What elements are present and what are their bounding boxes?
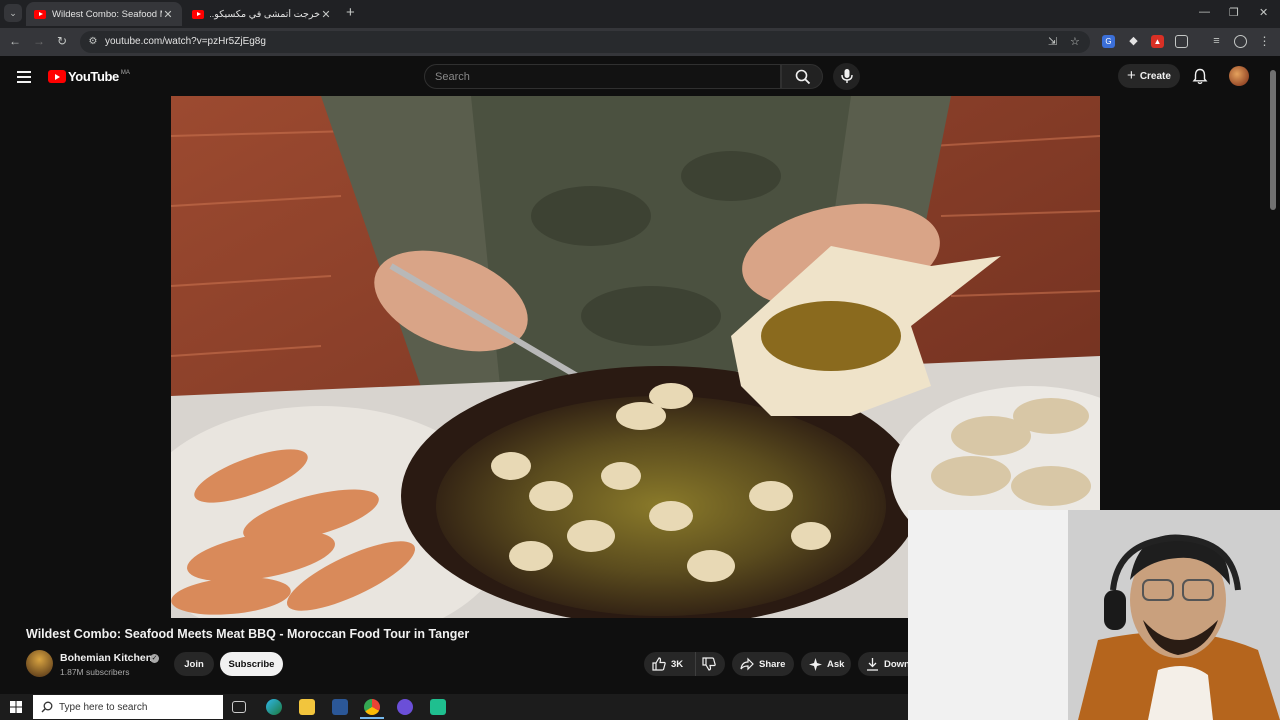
- discord-icon[interactable]: [397, 699, 413, 715]
- microsoft-store-icon[interactable]: [332, 699, 348, 715]
- new-tab-button[interactable]: +: [346, 5, 355, 21]
- microphone-icon: [841, 69, 853, 83]
- download-label: Down: [884, 658, 910, 670]
- forward-arrow-icon[interactable]: →: [33, 34, 45, 48]
- webcam-person-image: [908, 510, 1280, 720]
- address-bar[interactable]: ⚙ youtube.com/watch?v=pzHr5ZjEg8g ⇲ ☆: [80, 31, 1090, 53]
- hamburger-menu-icon[interactable]: [17, 71, 31, 86]
- youtube-favicon-icon: [192, 9, 204, 19]
- search-input[interactable]: [435, 69, 765, 85]
- account-avatar[interactable]: [1229, 66, 1249, 86]
- share-button[interactable]: Share: [732, 652, 794, 676]
- ask-button[interactable]: Ask: [801, 652, 851, 676]
- webcam-overlay: [908, 510, 1280, 720]
- page-scrollbar[interactable]: [1270, 70, 1276, 210]
- media-controls-icon[interactable]: ≡: [1210, 35, 1223, 48]
- notifications-bell-icon[interactable]: [1192, 68, 1208, 85]
- share-arrow-icon: [740, 657, 754, 671]
- tab-youtube-video[interactable]: Wildest Combo: Seafood Meets ✕: [26, 2, 182, 26]
- plus-icon: +: [1127, 67, 1136, 84]
- download-button[interactable]: Down: [858, 652, 910, 676]
- thumbs-down-icon: [702, 657, 716, 671]
- chrome-active-indicator: [360, 717, 384, 719]
- search-box: [424, 64, 781, 89]
- youtube-logo[interactable]: YouTube MA: [48, 69, 130, 84]
- youtube-favicon-icon: [34, 9, 46, 19]
- edge-browser-icon[interactable]: [266, 699, 282, 715]
- youtube-wordmark: YouTube: [68, 69, 119, 84]
- screen: ⌄ Wildest Combo: Seafood Meets ✕ خرجت أت…: [0, 0, 1280, 720]
- task-view-icon[interactable]: [232, 701, 246, 713]
- share-label: Share: [759, 658, 786, 670]
- browser-tab-strip: ⌄ Wildest Combo: Seafood Meets ✕ خرجت أت…: [0, 0, 1280, 28]
- youtube-play-icon: [48, 70, 66, 83]
- tab-close-icon[interactable]: ✕: [162, 8, 174, 21]
- tab-close-icon[interactable]: ✕: [320, 8, 332, 21]
- profile-icon[interactable]: [1234, 35, 1247, 48]
- extension-diamond-icon[interactable]: ◆: [1127, 35, 1140, 48]
- create-label: Create: [1139, 70, 1171, 82]
- site-settings-icon[interactable]: ⚙: [86, 35, 100, 49]
- download-icon: [867, 658, 878, 671]
- translate-extension-icon[interactable]: G: [1102, 35, 1115, 48]
- verified-badge-icon: ✓: [150, 654, 159, 663]
- close-window-button[interactable]: ✕: [1259, 6, 1268, 19]
- create-button[interactable]: + Create: [1118, 64, 1180, 88]
- back-arrow-icon[interactable]: ←: [9, 34, 21, 48]
- install-app-icon[interactable]: ⇲: [1048, 35, 1057, 48]
- app-icon[interactable]: [430, 699, 446, 715]
- video-title: Wildest Combo: Seafood Meets Meat BBQ - …: [26, 627, 470, 641]
- windows-start-icon[interactable]: [10, 701, 22, 713]
- file-explorer-icon[interactable]: [299, 699, 315, 715]
- dislike-button[interactable]: [695, 652, 725, 676]
- extensions-puzzle-icon[interactable]: [1175, 35, 1188, 48]
- country-code: MA: [120, 69, 130, 76]
- tab-search-icon[interactable]: ⌄: [4, 4, 22, 22]
- minimize-button[interactable]: —: [1199, 6, 1210, 18]
- url-text: youtube.com/watch?v=pzHr5ZjEg8g: [105, 36, 266, 47]
- youtube-header: YouTube MA + Create: [0, 56, 1280, 96]
- tab-title: Wildest Combo: Seafood Meets: [52, 8, 162, 20]
- windows-taskbar: Type here to search: [0, 694, 908, 720]
- restore-button[interactable]: ❐: [1229, 6, 1239, 19]
- thumbs-up-icon: [652, 657, 666, 671]
- bookmark-star-icon[interactable]: ☆: [1070, 35, 1080, 48]
- browser-menu-icon[interactable]: ⋮: [1258, 35, 1271, 48]
- chrome-browser-icon[interactable]: [364, 699, 380, 715]
- ask-label: Ask: [827, 658, 845, 670]
- browser-toolbar: ← → ↻ ⚙ youtube.com/watch?v=pzHr5ZjEg8g …: [0, 28, 1280, 56]
- voice-search-button[interactable]: [833, 63, 860, 90]
- like-button[interactable]: 3K: [644, 652, 695, 676]
- tab-youtube-arabic-video[interactable]: خرجت أتمشى في مكسيكو... وتعرّ ✕: [184, 2, 340, 26]
- channel-name[interactable]: Bohemian Kitchen: [60, 652, 152, 664]
- search-button[interactable]: [781, 64, 823, 89]
- reload-icon[interactable]: ↻: [57, 34, 67, 48]
- search-icon: [41, 701, 53, 713]
- like-count: 3K: [671, 658, 684, 670]
- subscribe-button[interactable]: Subscribe: [220, 652, 283, 676]
- taskbar-search-box[interactable]: Type here to search: [33, 695, 223, 719]
- subscriber-count: 1.87M subscribers: [60, 667, 130, 677]
- extension-red-icon[interactable]: ▲: [1151, 35, 1164, 48]
- search-icon: [795, 69, 811, 85]
- tab-title: خرجت أتمشى في مكسيكو... وتعرّ: [210, 8, 320, 20]
- join-button[interactable]: Join: [174, 652, 214, 676]
- taskbar-search-placeholder: Type here to search: [59, 701, 148, 713]
- channel-avatar[interactable]: [26, 650, 53, 677]
- sparkle-icon: [809, 657, 822, 671]
